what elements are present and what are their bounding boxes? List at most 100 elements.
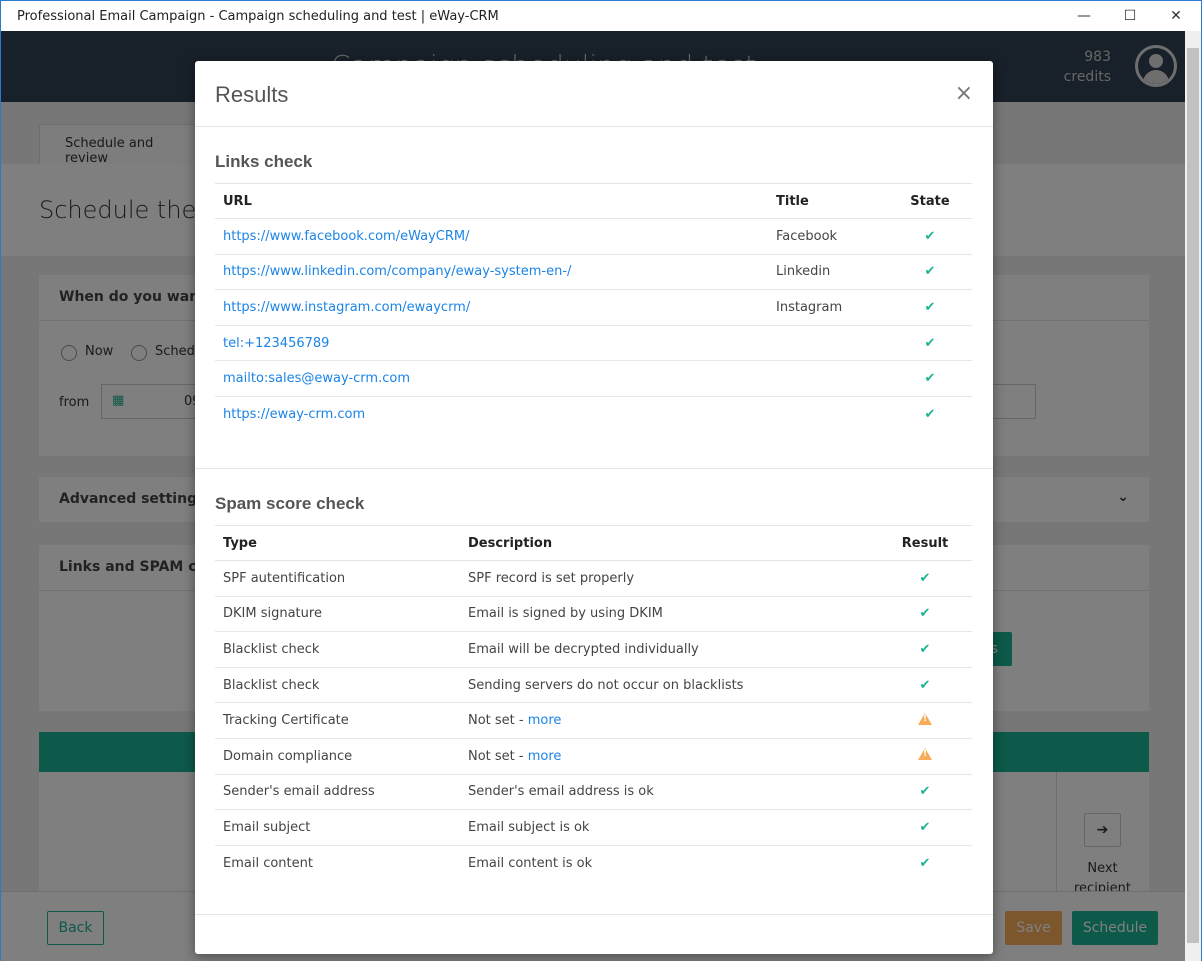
spam-result: ✔ bbox=[878, 631, 972, 668]
link-row: https://www.facebook.com/eWayCRM/ Facebo… bbox=[215, 218, 972, 255]
warning-icon: ! bbox=[918, 748, 932, 761]
spam-description: Email will be decrypted individually bbox=[468, 641, 699, 657]
check-icon: ✔ bbox=[924, 407, 936, 423]
link-row: mailto:sales@eway-crm.com ✔ bbox=[215, 360, 972, 397]
spam-description: SPF record is set properly bbox=[468, 570, 635, 586]
close-window-button[interactable]: ✕ bbox=[1153, 1, 1199, 31]
link-row: tel:+123456789 ✔ bbox=[215, 324, 972, 361]
link-state: ✔ bbox=[888, 253, 972, 290]
col-url: URL bbox=[215, 183, 768, 219]
spam-type: Blacklist check bbox=[215, 631, 460, 668]
spam-description: Email is signed by using DKIM bbox=[468, 606, 663, 622]
spam-check-heading: Spam score check bbox=[215, 494, 365, 513]
link-title: Instagram bbox=[768, 289, 888, 326]
spam-result: ! bbox=[878, 702, 972, 739]
spam-result: ✔ bbox=[878, 666, 972, 703]
col-type: Type bbox=[215, 525, 460, 561]
spam-type: Email subject bbox=[215, 809, 460, 846]
link-state: ✔ bbox=[888, 218, 972, 255]
link-title bbox=[768, 360, 888, 397]
check-icon: ✔ bbox=[919, 784, 931, 800]
spam-description: Email content is ok bbox=[468, 855, 593, 871]
link-url[interactable]: https://www.instagram.com/ewaycrm/ bbox=[223, 300, 470, 315]
spam-row: SPF autentification SPF record is set pr… bbox=[215, 560, 972, 597]
app-window: Professional Email Campaign - Campaign s… bbox=[0, 0, 1202, 961]
warning-icon: ! bbox=[918, 712, 932, 725]
scrollbar[interactable] bbox=[1185, 31, 1201, 961]
minimize-button[interactable]: — bbox=[1061, 1, 1107, 31]
modal-title: Results bbox=[215, 82, 289, 107]
spam-result: ✔ bbox=[878, 809, 972, 846]
check-icon: ✔ bbox=[919, 855, 931, 871]
check-icon: ✔ bbox=[919, 677, 931, 693]
spam-result: ✔ bbox=[878, 773, 972, 810]
check-icon: ✔ bbox=[924, 264, 936, 280]
spam-type: Blacklist check bbox=[215, 666, 460, 703]
check-icon: ✔ bbox=[919, 819, 931, 835]
check-icon: ✔ bbox=[924, 228, 936, 244]
more-link[interactable]: more bbox=[528, 713, 562, 728]
spam-result: ✔ bbox=[878, 595, 972, 632]
spam-type: DKIM signature bbox=[215, 595, 460, 632]
link-url[interactable]: https://www.linkedin.com/company/eway-sy… bbox=[223, 264, 571, 279]
link-state: ✔ bbox=[888, 289, 972, 326]
link-title: Facebook bbox=[768, 218, 888, 255]
links-check-heading: Links check bbox=[215, 152, 313, 171]
spam-row: DKIM signature Email is signed by using … bbox=[215, 595, 972, 632]
spam-row: Blacklist check Sending servers do not o… bbox=[215, 666, 972, 703]
check-icon: ✔ bbox=[924, 299, 936, 315]
link-row: https://www.instagram.com/ewaycrm/ Insta… bbox=[215, 289, 972, 326]
spam-type: SPF autentification bbox=[215, 560, 460, 597]
link-row: https://eway-crm.com ✔ bbox=[215, 395, 972, 433]
link-title bbox=[768, 395, 888, 433]
spam-row: Email content Email content is ok ✔ bbox=[215, 844, 972, 881]
link-url[interactable]: https://www.facebook.com/eWayCRM/ bbox=[223, 229, 469, 244]
spam-result: ✔ bbox=[878, 560, 972, 597]
col-result: Result bbox=[878, 525, 972, 561]
link-title bbox=[768, 324, 888, 361]
more-link[interactable]: more bbox=[528, 749, 562, 764]
links-table: URL Title State https://www.facebook.com… bbox=[215, 183, 972, 433]
check-icon: ✔ bbox=[924, 371, 936, 387]
spam-type: Sender's email address bbox=[215, 773, 460, 810]
spam-type: Tracking Certificate bbox=[215, 702, 460, 739]
scrollbar-thumb[interactable] bbox=[1187, 48, 1199, 943]
window-title: Professional Email Campaign - Campaign s… bbox=[17, 8, 499, 24]
spam-check-section: Spam score check Type Description Result… bbox=[195, 469, 993, 881]
link-state: ✔ bbox=[888, 360, 972, 397]
spam-type: Email content bbox=[215, 844, 460, 881]
check-icon: ✔ bbox=[919, 606, 931, 622]
check-icon: ✔ bbox=[924, 335, 936, 351]
col-state: State bbox=[888, 183, 972, 219]
spam-table: Type Description Result SPF autentificat… bbox=[215, 525, 972, 881]
spam-row: Sender's email address Sender's email ad… bbox=[215, 773, 972, 810]
link-url[interactable]: https://eway-crm.com bbox=[223, 407, 365, 422]
close-icon[interactable]: × bbox=[955, 81, 973, 106]
spam-row: Domain compliance Not set - more ! bbox=[215, 737, 972, 775]
spam-type: Domain compliance bbox=[215, 737, 460, 775]
results-modal: Results × Links check URL Title State ht… bbox=[195, 61, 993, 954]
check-icon: ✔ bbox=[919, 641, 931, 657]
link-url[interactable]: tel:+123456789 bbox=[223, 336, 329, 351]
check-icon: ✔ bbox=[919, 570, 931, 586]
link-url[interactable]: mailto:sales@eway-crm.com bbox=[223, 371, 410, 386]
spam-result: ✔ bbox=[878, 844, 972, 881]
spam-row: Blacklist check Email will be decrypted … bbox=[215, 631, 972, 668]
col-description: Description bbox=[460, 525, 878, 561]
spam-result: ! bbox=[878, 737, 972, 775]
col-title: Title bbox=[768, 183, 888, 219]
maximize-button[interactable]: ☐ bbox=[1107, 1, 1153, 31]
spam-row: Tracking Certificate Not set - more ! bbox=[215, 702, 972, 739]
links-check-section: Links check URL Title State https://www.… bbox=[195, 127, 993, 468]
modal-header: Results × bbox=[195, 61, 993, 127]
link-state: ✔ bbox=[888, 324, 972, 361]
spam-description: Sending servers do not occur on blacklis… bbox=[468, 677, 744, 693]
spam-description: Email subject is ok bbox=[468, 819, 590, 835]
spam-row: Email subject Email subject is ok ✔ bbox=[215, 809, 972, 846]
spam-description: Not set - bbox=[468, 713, 528, 729]
link-state: ✔ bbox=[888, 395, 972, 433]
link-row: https://www.linkedin.com/company/eway-sy… bbox=[215, 253, 972, 290]
spam-description: Not set - bbox=[468, 748, 528, 764]
spam-description: Sender's email address is ok bbox=[468, 784, 654, 800]
link-title: Linkedin bbox=[768, 253, 888, 290]
